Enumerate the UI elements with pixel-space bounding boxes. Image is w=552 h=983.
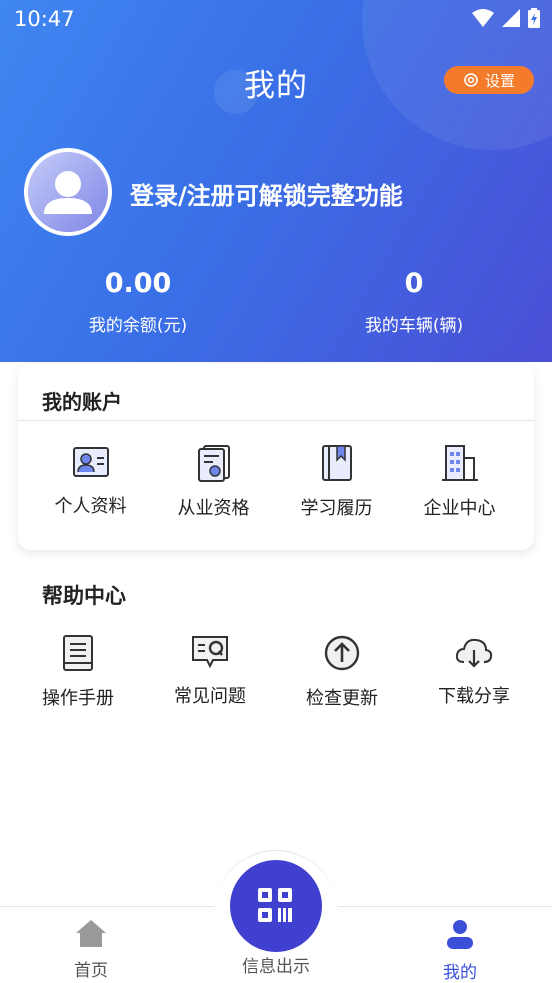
- account-item-label: 企业中心: [423, 498, 496, 519]
- vehicles-stat[interactable]: 0 我的车辆(辆): [314, 268, 514, 336]
- nav-mine-label: 我的: [443, 963, 477, 983]
- balance-label: 我的余额(元): [88, 316, 188, 336]
- nav-info-label: 信息出示: [242, 957, 310, 977]
- nav-home-label: 首页: [74, 961, 108, 981]
- help-item-download-share[interactable]: 下载分享: [412, 634, 536, 708]
- avatar[interactable]: [24, 148, 112, 236]
- settings-button[interactable]: 设置: [444, 66, 534, 94]
- gear-icon: [464, 73, 478, 87]
- wifi-icon: [472, 9, 494, 27]
- account-item-label: 学习履历: [300, 498, 373, 519]
- card-divider: [18, 420, 534, 421]
- settings-label: 设置: [484, 71, 515, 90]
- signal-icon: [502, 9, 520, 27]
- help-item-label: 常见问题: [174, 686, 246, 707]
- nav-home[interactable]: 首页: [46, 918, 136, 981]
- account-item-label: 个人资料: [54, 496, 127, 517]
- account-item-label: 从业资格: [177, 498, 250, 519]
- status-bar: 10:47: [0, 0, 552, 40]
- help-item-label: 下载分享: [438, 686, 510, 707]
- balance-value: 0.00: [104, 268, 172, 299]
- book-icon: [321, 445, 352, 481]
- account-item-enterprise[interactable]: 企业中心: [398, 444, 521, 520]
- cloud-download-icon: [455, 638, 493, 668]
- update-arrow-icon: [324, 635, 360, 671]
- home-icon: [76, 920, 106, 947]
- faq-icon: [192, 636, 228, 669]
- vehicles-value: 0: [404, 268, 424, 299]
- manual-icon: [63, 635, 93, 671]
- nav-qr-button[interactable]: [230, 860, 322, 952]
- help-item-manual[interactable]: 操作手册: [16, 634, 140, 710]
- help-item-check-update[interactable]: 检查更新: [280, 634, 404, 710]
- account-item-study-record[interactable]: 学习履历: [275, 444, 398, 520]
- balance-stat[interactable]: 0.00 我的余额(元): [38, 268, 238, 336]
- vehicles-label: 我的车辆(辆): [364, 316, 464, 336]
- account-card: 我的账户 个人资料 从业资格 学习履历 企业中心: [18, 364, 534, 550]
- profile-card-icon: [72, 447, 109, 477]
- profile-header: 10:47 我的 设置 登录/注册可解锁完整功能 0.00 我的余额(元) 0 …: [0, 0, 552, 362]
- account-item-profile[interactable]: 个人资料: [29, 444, 152, 518]
- person-icon: [447, 920, 473, 949]
- nav-info-display[interactable]: 信息出示: [231, 948, 321, 977]
- user-silhouette-icon: [28, 152, 108, 232]
- status-icons: [472, 8, 540, 28]
- battery-icon: [528, 8, 540, 28]
- certificate-icon: [197, 445, 230, 482]
- status-time: 10:47: [14, 7, 75, 31]
- nav-mine[interactable]: 我的: [415, 918, 505, 983]
- account-title: 我的账户: [42, 390, 122, 414]
- help-title: 帮助中心: [42, 584, 126, 608]
- account-item-qualification[interactable]: 从业资格: [152, 444, 275, 520]
- qr-scan-icon: [258, 888, 292, 922]
- login-prompt[interactable]: 登录/注册可解锁完整功能: [130, 176, 403, 211]
- building-icon: [441, 445, 478, 481]
- help-item-label: 检查更新: [306, 688, 378, 709]
- help-item-label: 操作手册: [42, 688, 114, 709]
- help-item-faq[interactable]: 常见问题: [148, 634, 272, 708]
